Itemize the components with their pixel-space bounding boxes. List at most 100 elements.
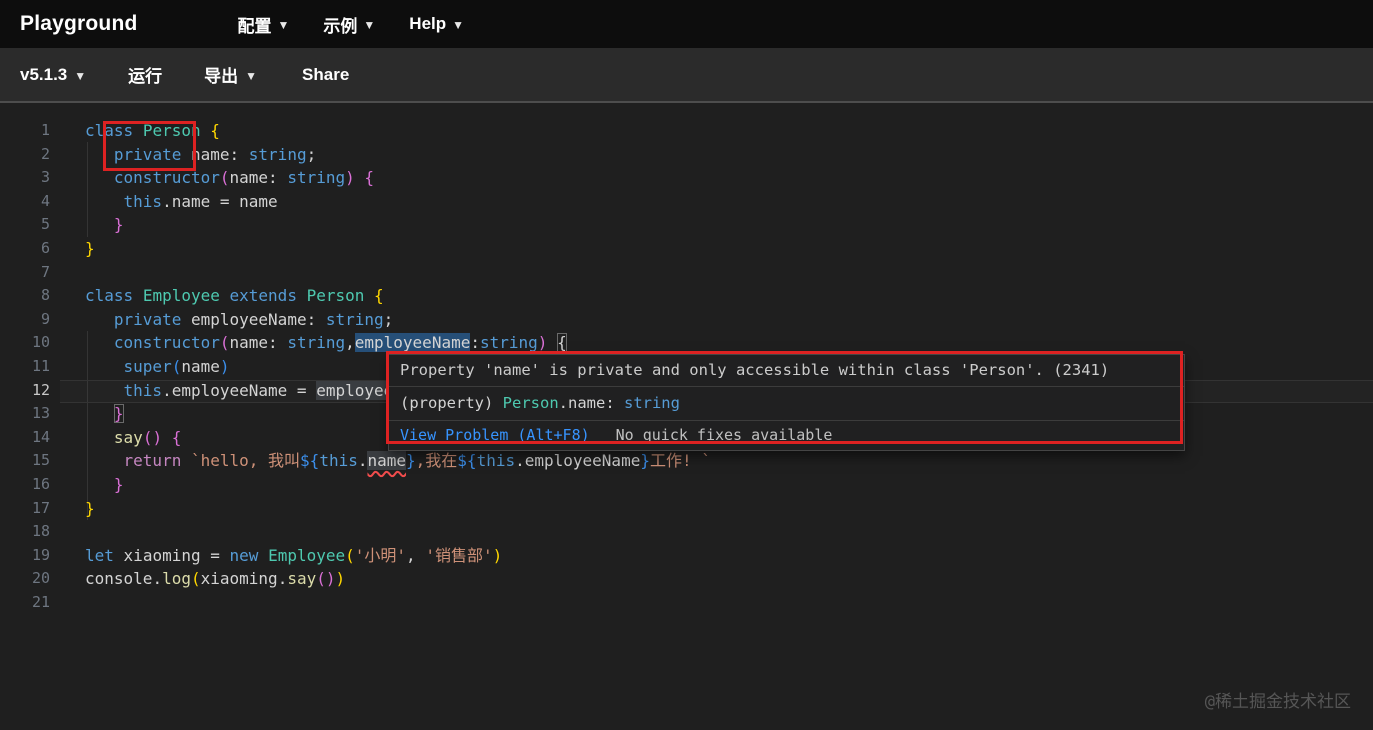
code-token: return [123, 451, 182, 471]
code-token: { [364, 168, 375, 188]
code-token: private [113, 144, 182, 164]
toolbar-item-4[interactable]: Share [302, 65, 349, 85]
code-line[interactable]: 5 } [0, 213, 1373, 237]
code-token: ${ [300, 451, 320, 471]
code-token: name [229, 168, 269, 188]
code-token: ) [345, 168, 355, 188]
property-signature: (property) Person.name: string [389, 387, 1184, 421]
code-token: class [85, 121, 134, 140]
code-token: this [123, 380, 163, 400]
app-title: Playground [20, 12, 138, 35]
line-number: 5 [40, 215, 50, 234]
code-token: name [229, 333, 269, 353]
signature-token: .name: [558, 394, 624, 412]
code-line[interactable]: 1 class Person { [0, 119, 1373, 143]
code-token: '小明' [354, 545, 407, 565]
code-editor[interactable]: 1 class Person {2 private name: string; 3 … [0, 103, 1373, 728]
toolbar-item-3[interactable]: 导出 ▼ [204, 62, 257, 87]
code-token: employeeName [171, 380, 288, 400]
line-number: 8 [40, 286, 50, 305]
code-line[interactable]: 9 private employeeName: string; [0, 308, 1373, 332]
menu-1[interactable]: 配置 ▼ [238, 12, 290, 37]
code-line[interactable]: 18 [0, 520, 1373, 544]
line-number: 16 [31, 474, 50, 493]
code-line[interactable]: 16 } [0, 473, 1373, 497]
chevron-down-icon: ▼ [363, 18, 376, 32]
code-line[interactable]: 4 this.name = name [0, 190, 1373, 214]
code-token: `hello, 我叫 [190, 451, 301, 471]
code-line[interactable]: 19 let xiaoming = new Employee('小明', '销售部… [0, 544, 1373, 568]
code-token: ( [345, 545, 355, 565]
code-token: . [515, 451, 525, 471]
line-number: 12 [31, 380, 50, 399]
code-line[interactable]: 21 [0, 591, 1373, 615]
code-token: } [640, 451, 650, 471]
menu-label: 配置 [237, 16, 272, 36]
code-token: constructor [113, 333, 220, 353]
code-token: ) [152, 427, 163, 447]
toolbar-item-2[interactable]: 运行 [128, 62, 162, 87]
chevron-down-icon: ▼ [277, 18, 290, 32]
code-token: name [171, 191, 211, 211]
code-text: private name: string; [85, 143, 316, 167]
code-line[interactable]: 17} [0, 497, 1373, 521]
code-line[interactable]: 2 private name: string; [0, 143, 1373, 167]
code-token: string [248, 144, 307, 164]
code-token: name [239, 191, 278, 211]
code-token: new [229, 545, 259, 565]
line-number: 6 [40, 238, 50, 257]
code-text: super(name) [85, 355, 230, 379]
code-token: ) [219, 356, 230, 376]
menubar-menus: 配置 ▼ 示例 ▼ Help ▼ [238, 12, 465, 37]
menu-2[interactable]: 示例 ▼ [323, 12, 375, 37]
code-token: ; [306, 144, 317, 164]
code-token: { [557, 333, 567, 353]
code-line[interactable]: 8 class Employee extends Person { [0, 284, 1373, 308]
line-number: 3 [40, 168, 50, 187]
code-line[interactable]: 20 console.log(xiaoming.say()) [0, 567, 1373, 591]
code-token: let [85, 545, 114, 565]
code-line[interactable]: 3 constructor(name: string) { [0, 166, 1373, 190]
code-token: string [287, 333, 346, 353]
menu-label: Help [409, 14, 447, 33]
code-token: Employee [142, 286, 220, 306]
menu-3[interactable]: Help ▼ [409, 14, 464, 34]
code-line[interactable]: 15 return `hello, 我叫${this.name},我在${thi… [0, 449, 1373, 473]
code-token: ) [492, 545, 503, 565]
chevron-down-icon: ▼ [245, 68, 258, 83]
menu-label: 示例 [323, 16, 358, 36]
code-line[interactable]: 10 constructor(name: string,employeeName… [0, 331, 1373, 355]
toolbar: v5.1.3 ▼ 运行 导出 ▼ Share [0, 48, 1373, 103]
code-token: Person [306, 286, 365, 306]
code-text: } [85, 402, 124, 426]
code-line[interactable]: 6} [0, 237, 1373, 261]
code-token: = [210, 191, 240, 211]
code-token: string [479, 333, 538, 353]
code-token: name [367, 451, 407, 471]
code-text: this.employeeName = employeeName [85, 379, 432, 403]
signature-token: (property) [400, 394, 503, 412]
signature-token: string [623, 394, 680, 412]
code-token: , [406, 545, 426, 565]
code-token: , [345, 333, 355, 353]
code-token: constructor [113, 168, 220, 188]
code-line[interactable]: 7 [0, 261, 1373, 285]
toolbar-item-label: 运行 [128, 67, 163, 86]
toolbar-item-1[interactable]: v5.1.3 ▼ [20, 65, 86, 85]
signature-token: Person [502, 394, 559, 412]
toolbar-item-label: Share [302, 64, 350, 84]
code-token: : [229, 144, 249, 164]
view-problem-link[interactable]: View Problem (Alt+F8) [400, 426, 590, 444]
code-text: } [85, 497, 95, 521]
